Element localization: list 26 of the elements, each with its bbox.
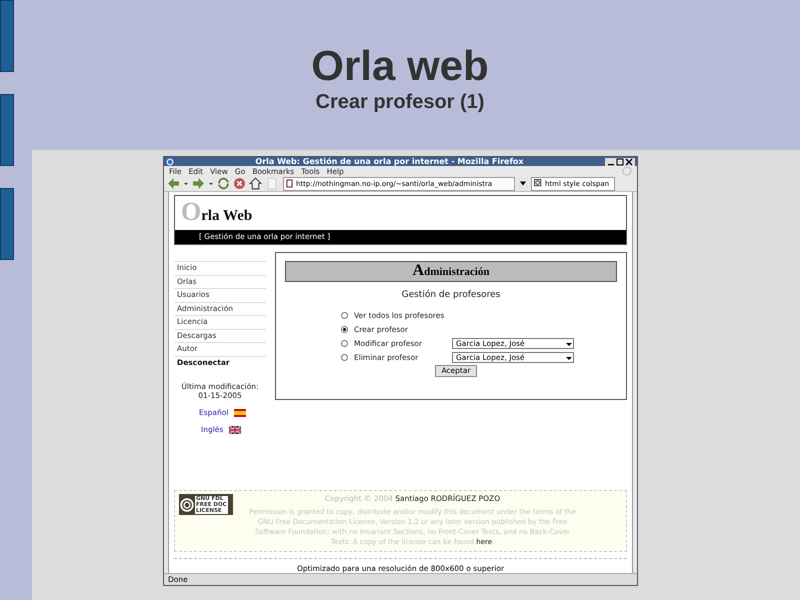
radio-button[interactable] [341, 340, 348, 347]
flag-icon[interactable] [229, 426, 242, 434]
site-logo: Orla Web [180, 196, 254, 228]
slide-decoration-bar [0, 94, 14, 166]
panel-heading: Administración [285, 261, 617, 282]
home-icon[interactable] [249, 177, 262, 190]
flag-icon[interactable] [234, 408, 246, 416]
radio-button[interactable] [341, 326, 348, 333]
stop-icon[interactable] [233, 177, 246, 190]
slide-title: Orla web [311, 43, 489, 89]
caret-icon[interactable] [183, 180, 189, 186]
caret-icon[interactable] [208, 180, 214, 186]
slide-decoration-bar [0, 188, 14, 260]
globe-icon [166, 158, 174, 166]
section-heading: Gestión de profesores [400, 290, 502, 300]
reload-icon[interactable] [217, 177, 230, 190]
slide-decoration-bar [0, 0, 14, 72]
document-icon [286, 179, 293, 188]
radio-button[interactable] [341, 312, 348, 319]
slide-subtitle: Crear profesor (1) [316, 90, 484, 115]
throbber-icon [622, 166, 632, 176]
window-title: Orla Web: Gestión de una orla por internet - Mozilla Firefox [254, 157, 525, 166]
radio-button[interactable] [341, 354, 348, 361]
close-icon[interactable] [625, 158, 633, 166]
search-icon [534, 179, 543, 188]
maximize-icon[interactable] [616, 158, 624, 166]
